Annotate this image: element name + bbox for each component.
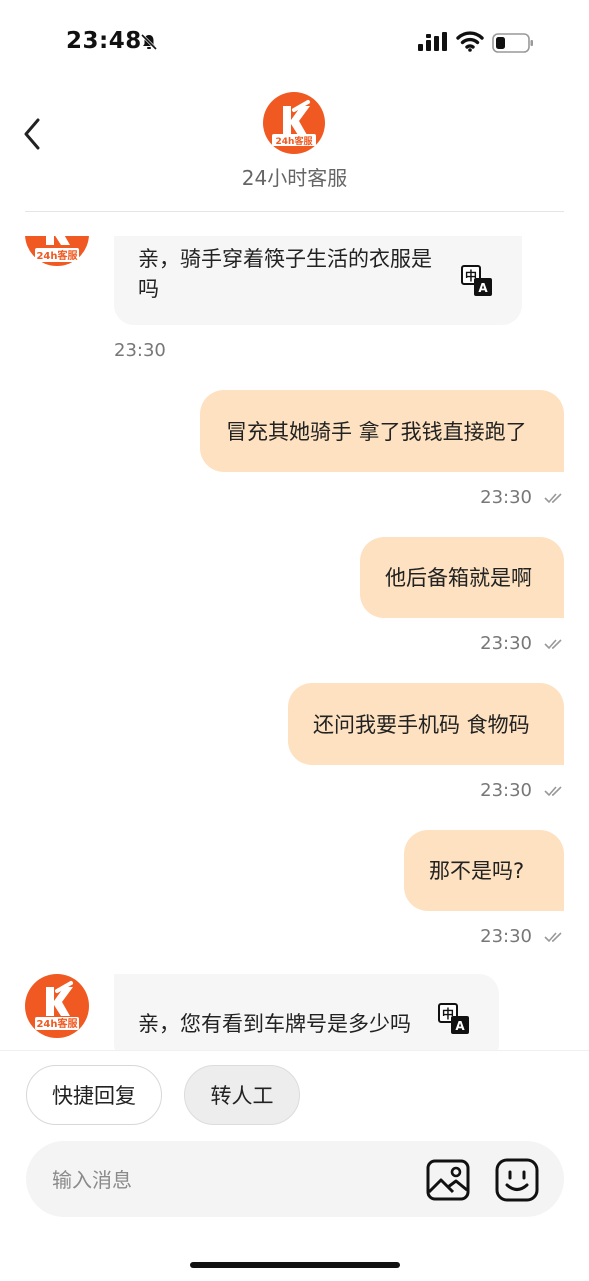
translate-icon[interactable]: 中 A xyxy=(460,264,494,298)
header-divider xyxy=(25,211,564,212)
cellular-signal-icon xyxy=(418,32,447,51)
svg-text:24h客服: 24h客服 xyxy=(36,249,78,262)
double-check-icon xyxy=(544,493,562,504)
battery-icon xyxy=(492,33,533,53)
message-timestamp: 23:30 xyxy=(480,926,532,947)
message-bubble-outgoing: 那不是吗? xyxy=(404,830,564,911)
svg-text:A: A xyxy=(478,281,488,295)
message-text: 冒充其她骑手 拿了我钱直接跑了 xyxy=(226,420,527,444)
message-timestamp: 23:30 xyxy=(114,340,166,361)
svg-text:24h客服: 24h客服 xyxy=(276,135,314,147)
svg-text:24h客服: 24h客服 xyxy=(36,1017,78,1030)
message-text: 那不是吗? xyxy=(429,859,525,883)
message-text: 还问我要手机码 食物码 xyxy=(313,713,530,737)
bell-muted-icon xyxy=(140,33,158,51)
message-bubble-incoming: 亲，骑手穿着筷子生活的衣服是 吗 中 A xyxy=(114,236,522,325)
agent-avatar: 24h客服 xyxy=(25,974,89,1038)
home-indicator xyxy=(190,1262,400,1268)
message-bubble-outgoing: 冒充其她骑手 拿了我钱直接跑了 xyxy=(200,390,564,472)
double-check-icon xyxy=(544,932,562,943)
service-logo: 24h客服 xyxy=(263,92,325,154)
message-input[interactable] xyxy=(50,1160,394,1200)
back-arrow-icon[interactable] xyxy=(20,116,46,152)
double-check-icon xyxy=(544,639,562,650)
message-timestamp: 23:30 xyxy=(480,487,532,508)
message-text: 亲，您有看到车牌号是多少吗 xyxy=(138,1012,411,1036)
quick-reply-button[interactable]: 快捷回复 xyxy=(26,1065,162,1125)
svg-text:A: A xyxy=(455,1019,465,1033)
status-time: 23:48 xyxy=(66,28,142,54)
message-bubble-outgoing: 他后备箱就是啊 xyxy=(360,537,564,618)
message-bubble-outgoing: 还问我要手机码 食物码 xyxy=(288,683,564,765)
agent-avatar: 24h客服 xyxy=(25,212,89,276)
emoji-icon[interactable] xyxy=(495,1158,539,1202)
double-check-icon xyxy=(544,786,562,797)
chat-title: 24小时客服 xyxy=(241,166,348,190)
wifi-icon xyxy=(456,31,484,52)
message-text: 亲，骑手穿着筷子生活的衣服是 xyxy=(138,247,432,271)
message-timestamp: 23:30 xyxy=(480,633,532,654)
translate-icon[interactable]: 中 A xyxy=(437,1002,471,1036)
message-timestamp: 23:30 xyxy=(480,780,532,801)
message-text: 吗 xyxy=(138,277,159,301)
image-icon[interactable] xyxy=(426,1159,470,1201)
message-text: 他后备箱就是啊 xyxy=(385,566,532,590)
transfer-to-agent-button[interactable]: 转人工 xyxy=(184,1065,300,1125)
